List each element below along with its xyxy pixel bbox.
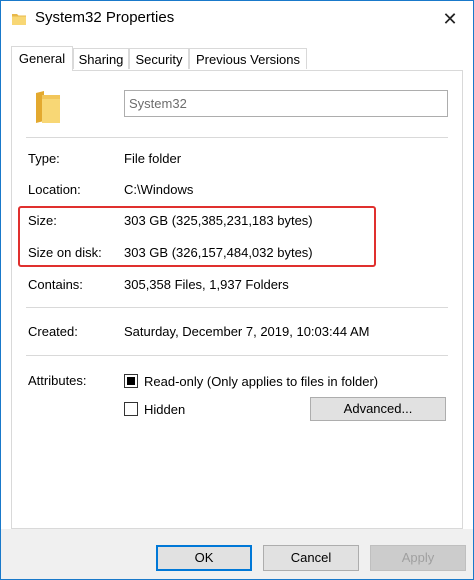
tab-general[interactable]: General (11, 46, 73, 71)
contains-label: Contains: (28, 277, 83, 292)
created-label: Created: (28, 324, 78, 339)
divider (26, 307, 448, 308)
ok-button[interactable]: OK (156, 545, 252, 571)
location-label: Location: (28, 182, 81, 197)
close-button[interactable]: ✕ (435, 7, 465, 31)
folder-icon (34, 89, 62, 125)
attributes-label: Attributes: (28, 373, 87, 388)
created-value: Saturday, December 7, 2019, 10:03:44 AM (124, 324, 370, 339)
contains-value: 305,358 Files, 1,937 Folders (124, 277, 289, 292)
type-value: File folder (124, 151, 182, 166)
type-label: Type: (28, 151, 60, 166)
hidden-label[interactable]: Hidden (144, 402, 185, 417)
hidden-checkbox[interactable] (124, 402, 138, 416)
window-title: System32 Properties (35, 9, 175, 26)
folder-icon (11, 11, 27, 27)
cancel-button[interactable]: Cancel (263, 545, 359, 571)
apply-button[interactable]: Apply (370, 545, 466, 571)
tab-security[interactable]: Security (129, 48, 189, 69)
title-bar[interactable]: System32 Properties ✕ (1, 1, 473, 37)
properties-window: System32 Properties ✕ General Sharing Se… (0, 0, 474, 580)
size-label: Size: (28, 213, 57, 228)
divider (26, 137, 448, 138)
size-value: 303 GB (325,385,231,183 bytes) (124, 213, 313, 228)
advanced-button[interactable]: Advanced... (310, 397, 446, 421)
tab-sharing[interactable]: Sharing (73, 48, 129, 69)
folder-name-field[interactable] (124, 90, 448, 117)
general-panel: Type: File folder Location: C:\Windows S… (11, 70, 463, 529)
divider (26, 355, 448, 356)
size-on-disk-label: Size on disk: (28, 245, 102, 260)
readonly-label[interactable]: Read-only (Only applies to files in fold… (144, 374, 378, 389)
size-on-disk-value: 303 GB (326,157,484,032 bytes) (124, 245, 313, 260)
tab-previous-versions[interactable]: Previous Versions (189, 48, 307, 69)
location-value: C:\Windows (124, 182, 194, 197)
dialog-button-bar: OK Cancel Apply (1, 529, 473, 579)
readonly-checkbox[interactable] (124, 374, 138, 388)
close-icon: ✕ (442, 8, 458, 29)
